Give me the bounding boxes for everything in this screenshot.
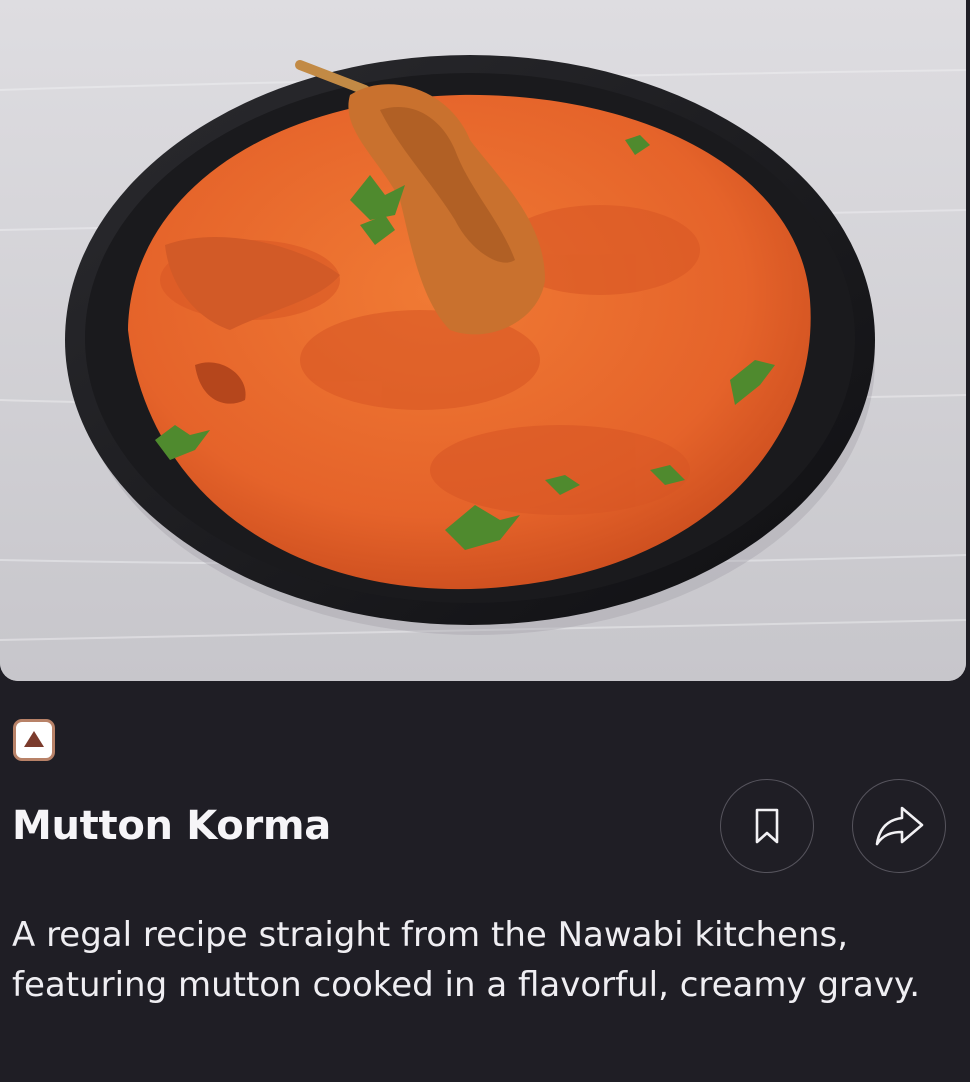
- non-veg-triangle-icon: [24, 731, 44, 747]
- share-button[interactable]: [852, 779, 946, 873]
- recipe-description: A regal recipe straight from the Nawabi …: [12, 915, 921, 1005]
- recipe-hero-image: [0, 0, 966, 681]
- recipe-title: Mutton Korma: [12, 803, 331, 849]
- bookmark-button[interactable]: [720, 779, 814, 873]
- bookmark-icon: [755, 808, 779, 844]
- share-icon: [875, 806, 924, 846]
- non-veg-badge: [13, 719, 55, 761]
- mutton-korma-bowl-illustration: [0, 0, 966, 681]
